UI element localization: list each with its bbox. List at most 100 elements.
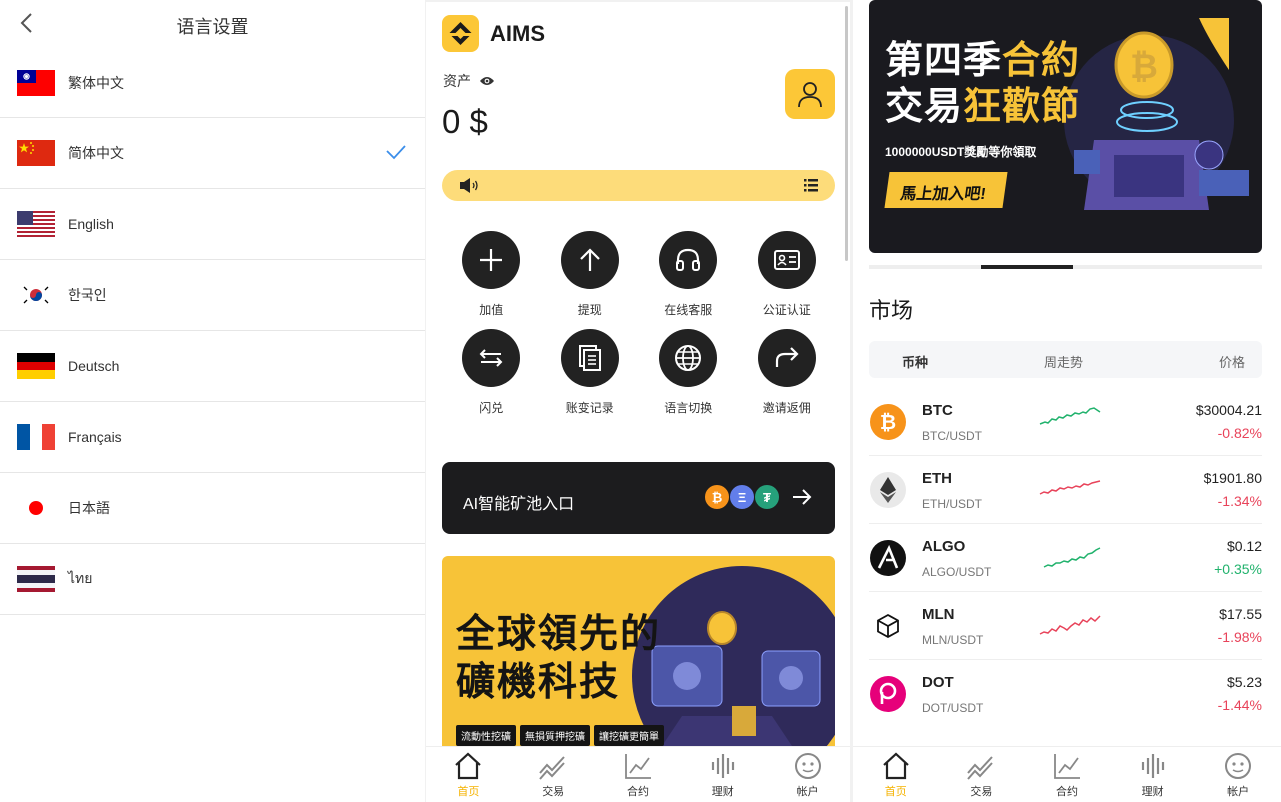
language-label: 한국인	[68, 287, 107, 303]
id-card-icon	[757, 231, 816, 289]
tab-account[interactable]: 帐户	[1195, 747, 1281, 802]
tab-label: 首页	[884, 786, 907, 798]
language-item-th[interactable]: ไทย	[0, 544, 425, 615]
promo-tag: 無損質押挖礦	[520, 725, 590, 746]
melon-icon	[870, 608, 906, 644]
account-icon	[794, 753, 821, 779]
market-row-mln[interactable]: MLN MLN/USDT $17.55 -1.98%	[869, 592, 1262, 660]
coin-symbol: MLN	[922, 606, 955, 623]
home-icon	[883, 752, 909, 780]
japan-flag-icon	[17, 495, 55, 521]
market-row-dot[interactable]: DOT DOT/USDT $5.23 -1.44%	[869, 660, 1262, 728]
tab-account[interactable]: 帐户	[765, 747, 850, 802]
coin-price: $0.12	[1226, 538, 1262, 554]
season-promo-subtitle: 1000000USDT獎勵等你領取	[885, 145, 1037, 159]
action-support[interactable]: 在线客服	[639, 231, 738, 317]
headset-icon	[659, 231, 718, 289]
action-withdraw[interactable]: 提现	[541, 231, 640, 317]
ai-banner-label: AI智能矿池入口	[463, 496, 575, 513]
profile-button[interactable]	[785, 69, 835, 119]
tab-trade[interactable]: 交易	[511, 747, 596, 802]
list-icon[interactable]	[804, 179, 818, 192]
language-header: 语言设置	[0, 0, 425, 48]
market-row-eth[interactable]: ETH ETH/USDT $1901.80 -1.34%	[869, 456, 1262, 524]
tab-finance[interactable]: 理财	[1110, 747, 1196, 802]
language-item-ko[interactable]: 한국인	[0, 260, 425, 331]
action-label: 语言切换	[664, 401, 713, 415]
language-title: 语言设置	[176, 17, 249, 37]
home-icon	[455, 752, 482, 780]
tab-home[interactable]: 首页	[426, 747, 511, 802]
promo-title-part: 第四季	[885, 40, 1003, 82]
season-promo-title: 第四季合約 交易狂歡節	[885, 38, 1080, 130]
language-label: Deutsch	[68, 358, 120, 374]
action-records[interactable]: 账变记录	[541, 329, 640, 415]
coin-change: -1.98%	[1217, 629, 1262, 645]
coin-symbol: ETH	[922, 470, 952, 487]
action-label: 公证认证	[762, 303, 811, 317]
coin-change: -1.34%	[1217, 493, 1262, 509]
join-now-button[interactable]: 馬上加入吧!	[884, 172, 1008, 208]
weekly-trend-sparkline	[1039, 407, 1101, 425]
bottom-tabbar: 首页 交易 合约 理财 帐户	[426, 746, 850, 802]
market-row-algo[interactable]: ALGO ALGO/USDT $0.12 +0.35%	[869, 524, 1262, 592]
language-label: 繁体中文	[68, 74, 124, 91]
action-label: 提现	[577, 303, 602, 317]
language-label: ไทย	[68, 570, 93, 586]
language-item-zh-tw[interactable]: 繁体中文	[0, 48, 425, 118]
action-invite[interactable]: 邀请返佣	[738, 329, 837, 415]
tab-label: 交易	[542, 786, 565, 798]
mining-promo-banner[interactable]: 全球領先的 礦機科技 流動性挖礦 無損質押挖礦 讓挖礦更簡單	[442, 556, 835, 751]
tab-home[interactable]: 首页	[853, 747, 939, 802]
scrollbar[interactable]	[845, 6, 848, 261]
carousel-indicator[interactable]	[869, 265, 1262, 269]
action-swap[interactable]: 闪兑	[442, 329, 541, 415]
market-title: 市场	[869, 298, 914, 323]
tab-label: 交易	[970, 786, 993, 798]
tab-trade[interactable]: 交易	[939, 747, 1025, 802]
user-icon	[798, 82, 822, 108]
promo-title-highlight: 合約	[1002, 40, 1081, 82]
account-icon	[1225, 753, 1252, 779]
coin-pair: DOT/USDT	[922, 701, 984, 715]
taiwan-flag-icon	[17, 69, 55, 96]
promo-title-line2: 礦機科技	[456, 661, 621, 704]
bottom-tabbar: 首页 交易 合约 理财 帐户	[853, 746, 1281, 802]
tab-contract[interactable]: 合约	[596, 747, 681, 802]
season-promo-banner[interactable]: ₿ 第四季合約 交易狂歡節 1000000USDT獎勵等你領取 馬上加入吧!	[869, 0, 1262, 253]
coin-symbol: BTC	[922, 402, 953, 419]
language-item-ja[interactable]: 日本語	[0, 473, 425, 544]
language-item-fr[interactable]: Français	[0, 402, 425, 473]
coin-symbol: DOT	[922, 674, 954, 691]
globe-icon	[659, 329, 718, 387]
svg-text:₿: ₿	[880, 412, 896, 434]
language-item-en[interactable]: English	[0, 189, 425, 260]
coin-change: +0.35%	[1214, 561, 1262, 577]
coin-price: $5.23	[1226, 674, 1262, 690]
notice-bar[interactable]	[442, 170, 835, 201]
weekly-trend-sparkline	[1043, 547, 1101, 568]
ai-mining-pool-banner[interactable]: AI智能矿池入口 ₿ Ξ ₮	[442, 462, 835, 534]
action-deposit[interactable]: 加值	[442, 231, 541, 317]
header-price: 价格	[1218, 355, 1245, 370]
coin-pair: MLN/USDT	[922, 633, 984, 647]
eye-icon[interactable]	[479, 75, 495, 87]
market-row-btc[interactable]: ₿ BTC BTC/USDT $30004.21 -0.82%	[869, 388, 1262, 456]
action-verification[interactable]: 公证认证	[738, 231, 837, 317]
coin-symbol: ALGO	[922, 538, 966, 555]
market-panel: ₿ 第四季合約 交易狂歡節 1000000USDT獎勵等你領取 馬上加入吧! 市…	[853, 0, 1281, 802]
polkadot-icon	[870, 676, 906, 712]
language-label: English	[68, 216, 114, 232]
action-label: 加值	[479, 303, 504, 317]
tab-finance[interactable]: 理财	[680, 747, 765, 802]
germany-flag-icon	[17, 353, 55, 379]
tab-label: 理财	[1141, 786, 1164, 798]
language-item-zh-cn[interactable]: 简体中文	[0, 118, 425, 189]
action-language[interactable]: 语言切换	[639, 329, 738, 415]
language-item-de[interactable]: Deutsch	[0, 331, 425, 402]
assets-value: 0 $	[442, 103, 488, 140]
tab-contract[interactable]: 合约	[1024, 747, 1110, 802]
promo-tag: 讓挖礦更簡單	[594, 725, 664, 746]
weekly-trend-sparkline	[1039, 480, 1101, 495]
home-panel: AIMS 资产 0 $ 加值 提现 在线客服 公证认证 闪兑 账变记录 语言切换…	[426, 2, 850, 802]
